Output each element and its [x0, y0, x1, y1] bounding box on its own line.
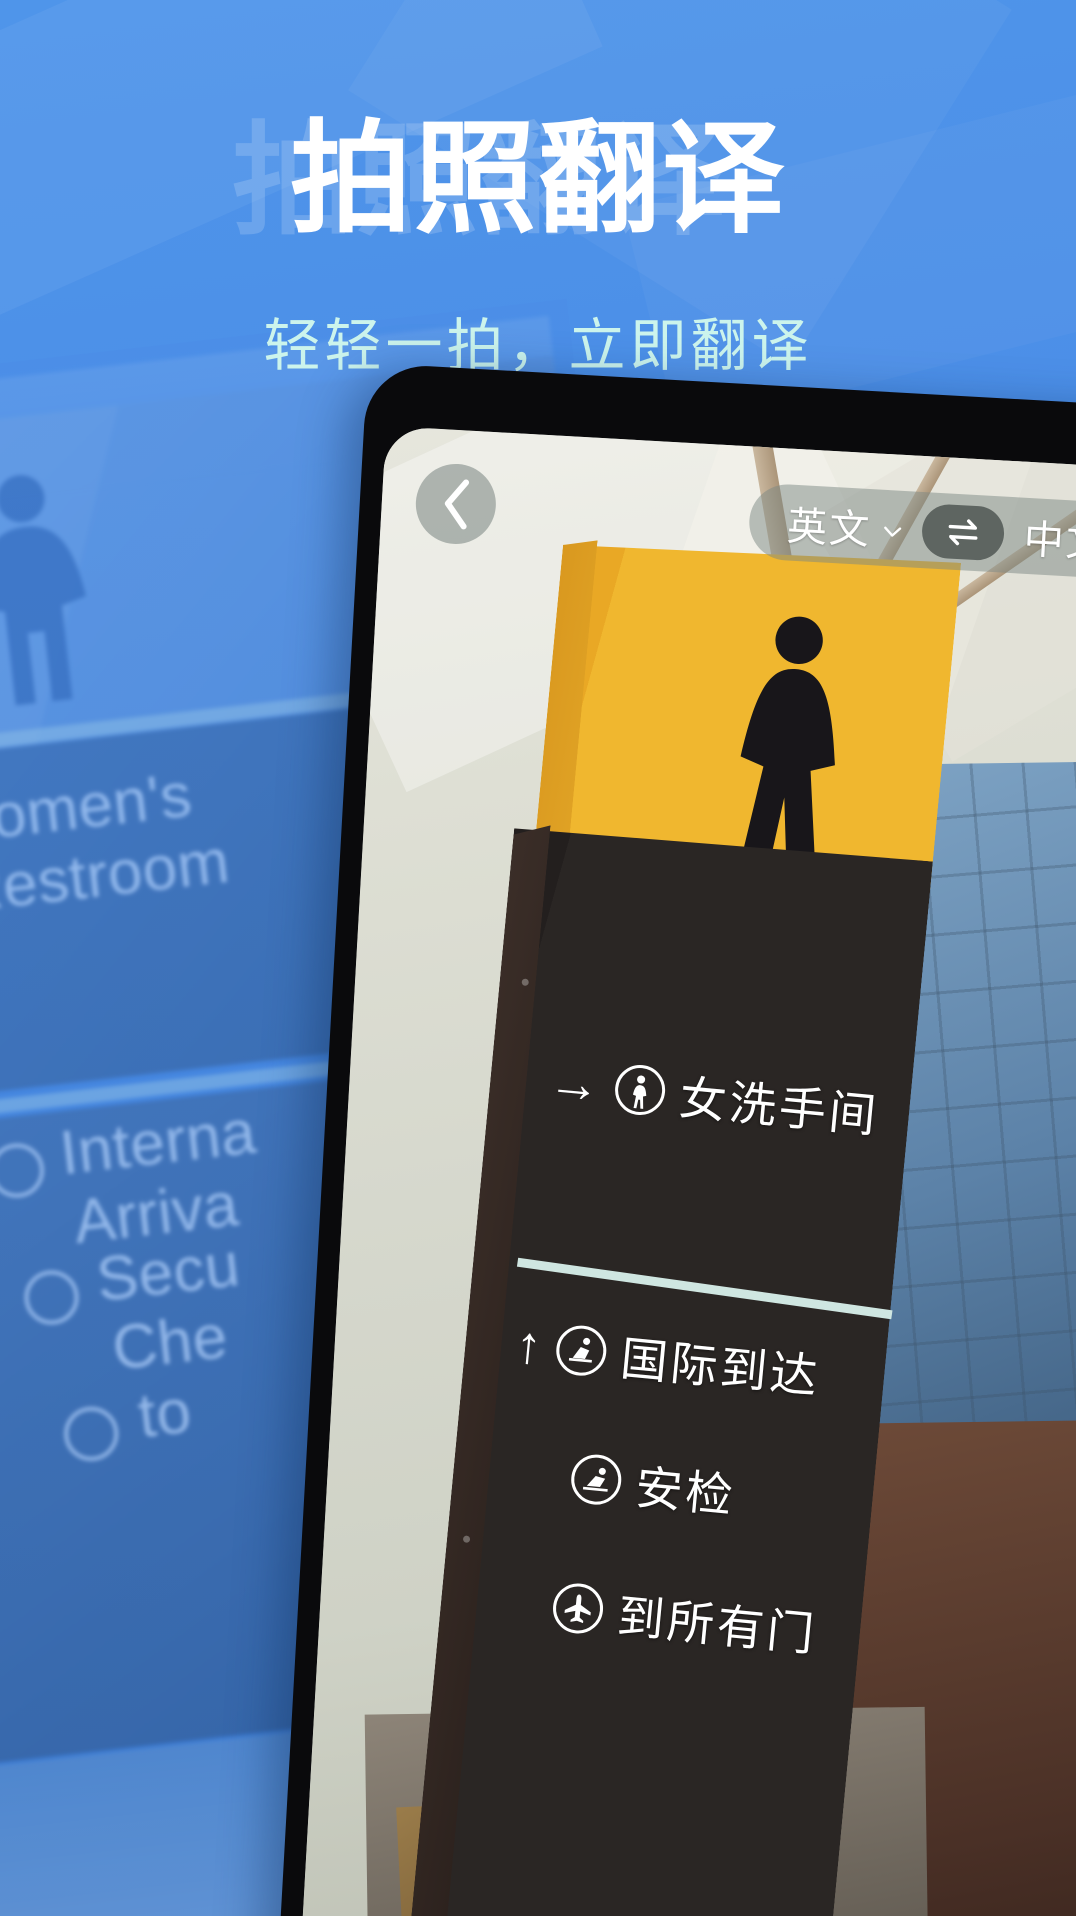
language-selector-bar: 英文 中文: [747, 482, 1076, 583]
chevron-left-icon: [444, 479, 470, 530]
swap-languages-button[interactable]: [920, 503, 1006, 562]
target-language-label: 中文: [1022, 517, 1076, 567]
phone-mockup: → 女洗手间 ↑ 国际到达 安检 到所有门 英文 中文: [277, 362, 1076, 1916]
target-language-button[interactable]: 中文: [1008, 506, 1076, 572]
headline: 拍照翻译 拍照翻译: [0, 108, 1076, 252]
camera-viewfinder: → 女洗手间 ↑ 国际到达 安检 到所有门: [299, 425, 1076, 1916]
page-subtitle: 轻轻一拍，立即翻译: [263, 314, 813, 378]
arrivals-icon: [554, 1322, 609, 1378]
chevron-down-icon: [884, 526, 902, 537]
source-language-button[interactable]: 英文: [772, 493, 918, 559]
phone-screen: → 女洗手间 ↑ 国际到达 安检 到所有门 英文 中文: [299, 425, 1076, 1916]
back-button[interactable]: [413, 461, 499, 547]
security-check-icon: [569, 1451, 624, 1507]
arrow-right-icon: →: [545, 1051, 604, 1115]
arrow-up-icon: ↑: [512, 1315, 545, 1376]
source-language-label: 英文: [785, 504, 873, 554]
bg-sign-text: Che: [108, 1302, 232, 1384]
woman-pictogram-icon: [740, 616, 835, 864]
sign-row-label: 安检: [633, 1460, 738, 1523]
swap-arrows-icon: [948, 519, 978, 546]
restroom-woman-icon: [612, 1062, 668, 1117]
phone-bezel: → 女洗手间 ↑ 国际到达 安检 到所有门 英文 中文: [277, 362, 1076, 1916]
page-title: 拍照翻译: [290, 111, 786, 247]
airplane-icon: [550, 1580, 606, 1636]
bg-sign-text: to: [134, 1376, 195, 1452]
